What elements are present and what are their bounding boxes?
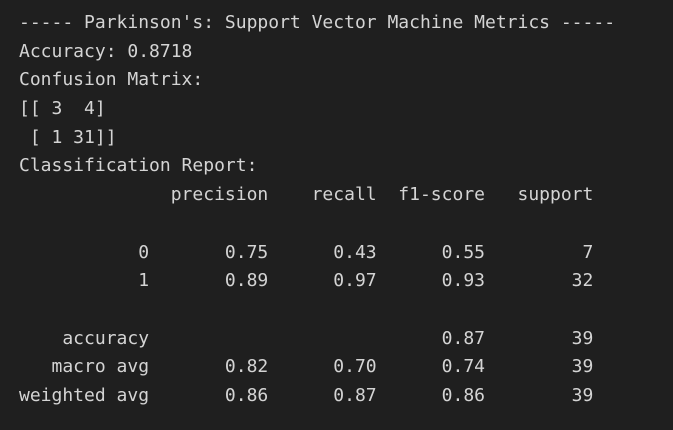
report-row-accuracy: accuracy 0.87 39 [19, 327, 594, 349]
confusion-matrix-row-1: [[ 3 4] [19, 98, 106, 120]
accuracy-line: Accuracy: 0.8718 [19, 40, 193, 62]
report-row-weighted-avg: weighted avg 0.86 0.87 0.86 39 [19, 384, 594, 406]
report-row-class-1: 1 0.89 0.97 0.93 32 [19, 270, 594, 292]
report-row-macro-avg: macro avg 0.82 0.70 0.74 39 [19, 356, 594, 378]
metrics-header: ----- Parkinson's: Support Vector Machin… [19, 12, 616, 33]
terminal-output: ----- Parkinson's: Support Vector Machin… [0, 0, 673, 430]
report-row-class-0: 0 0.75 0.43 0.55 7 [19, 241, 594, 263]
confusion-matrix-label: Confusion Matrix: [19, 69, 204, 91]
classification-report-label: Classification Report: [19, 155, 258, 177]
report-column-headers: precision recall f1-score support [19, 184, 594, 206]
confusion-matrix-row-2: [ 1 31]] [19, 126, 117, 148]
